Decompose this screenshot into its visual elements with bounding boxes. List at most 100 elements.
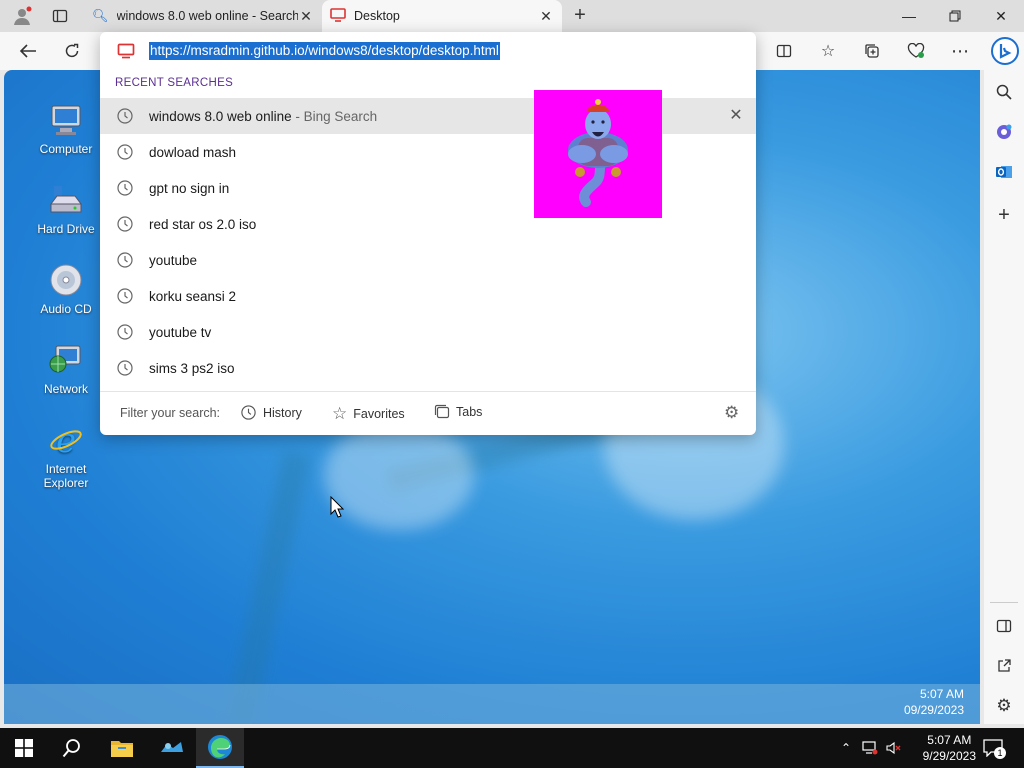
edge-icon [208,735,232,759]
more-options-icon[interactable]: ⋯ [948,39,972,63]
monitor-icon [330,7,346,25]
recent-searches-header: RECENT SEARCHES [115,77,234,89]
wallpaper-flower [324,420,474,530]
hide-sidebar-icon[interactable] [992,614,1016,638]
desktop-taskbar: 5:07 AM 09/29/2023 [4,684,980,724]
desktop-date: 09/29/2023 [903,703,964,717]
taskbar-time: 5:07 AM [927,733,972,747]
restore-icon[interactable] [932,0,978,32]
computer-icon [48,102,84,138]
filter-history-label: History [263,405,302,420]
add-sidebar-app-icon[interactable]: + [992,203,1016,227]
bing-copilot-icon[interactable] [990,36,1020,66]
settings-gear-icon[interactable]: ⚙ [992,694,1016,718]
filter-tabs-button[interactable]: Tabs [434,404,482,420]
remove-suggestion-icon[interactable]: ✕ [728,108,744,124]
tab-desktop[interactable]: Desktop ✕ [322,0,562,32]
app-button[interactable] [148,728,196,768]
suggestion-text: windows 8.0 web online - Bing Search [149,108,378,124]
suggestion-source: - Bing Search [295,108,378,124]
tab-label: Desktop [354,9,400,23]
minimize-icon[interactable]: — [886,0,932,32]
notification-count-badge: 1 [994,747,1006,759]
star-icon: ☆ [332,404,348,423]
split-screen-icon[interactable] [772,39,796,63]
filter-favorites-button[interactable]: ☆ Favorites [332,404,405,424]
filter-favorites-label: Favorites [353,407,405,421]
show-hidden-icons-icon[interactable]: ⌃ [836,728,856,768]
profile-avatar-icon[interactable] [12,6,32,26]
tab-strip: 🔍︎ windows 8.0 web online - Search ✕ Des… [0,0,1024,32]
history-clock-icon [117,324,133,340]
tab-search[interactable]: 🔍︎ windows 8.0 web online - Search ✕ [84,0,322,32]
volume-muted-icon[interactable] [884,728,904,768]
desktop-icon-label: Computer [39,142,93,156]
history-clock-icon [117,216,133,232]
open-external-icon[interactable] [992,654,1016,678]
copilot-icon[interactable] [992,120,1016,144]
desktop-clock[interactable]: 5:07 AM 09/29/2023 [904,686,964,718]
suggestion-text: gpt no sign in [149,180,230,196]
filter-history-button[interactable]: History [240,404,302,421]
desktop-icon-network[interactable]: Network [24,342,108,396]
windows-logo-icon [15,739,33,757]
settings-gear-icon[interactable]: ⚙ [724,403,739,423]
desktop-time: 5:07 AM [919,687,964,701]
cd-icon [48,262,84,298]
suggestion-item[interactable]: korku seansi 2 [100,278,756,314]
tab-label: windows 8.0 web online - Search [116,9,298,23]
suggestion-item[interactable]: youtube [100,242,756,278]
search-icon: 🔍︎ [92,8,109,23]
mouse-cursor-icon [330,495,345,518]
edge-sidebar: + ⚙ [984,70,1024,724]
collections-icon[interactable] [860,39,884,63]
network-icon [48,342,84,378]
close-tab-icon[interactable]: ✕ [538,8,554,25]
taskbar-clock[interactable]: 5:07 AM 9/29/2023 [923,732,976,764]
workspaces-icon[interactable] [52,8,68,24]
suggestion-item[interactable]: youtube tv [100,314,756,350]
history-clock-icon [117,360,133,376]
desktop-icon-audio-cd[interactable]: Audio CD [24,262,108,316]
windows-taskbar: ⌃ 5:07 AM 9/29/2023 1 [0,728,1024,768]
taskbar-search-button[interactable] [48,728,96,768]
desktop-icon-label: Network [43,382,88,396]
desktop-icon-label: Audio CD [40,302,92,316]
desktop-icon-hard-drive[interactable]: Hard Drive [24,182,108,236]
hard-drive-icon [48,182,84,218]
new-tab-icon[interactable]: + [570,5,590,26]
genie-image [534,90,662,218]
desktop-icon-internet-explorer[interactable]: e Internet Explorer [24,421,108,490]
browser-essentials-icon[interactable] [904,39,928,63]
refresh-icon[interactable] [60,39,84,63]
close-window-icon[interactable]: ✕ [978,0,1024,32]
history-clock-icon [117,144,133,160]
suggestion-item[interactable]: sims 3 ps2 iso [100,350,756,386]
history-clock-icon [117,288,133,304]
taskbar-date: 9/29/2023 [922,749,976,763]
back-arrow-icon[interactable] [16,39,40,63]
address-bar[interactable]: https://msradmin.github.io/windows8/desk… [100,32,756,70]
suggestion-text: dowload mash [149,144,237,160]
url-text[interactable]: https://msradmin.github.io/windows8/desk… [149,42,500,60]
history-clock-icon [241,405,256,420]
history-clock-icon [117,108,133,124]
edge-button[interactable] [196,728,244,768]
folder-icon [111,741,133,757]
desktop-icon-computer[interactable]: Computer [24,102,108,156]
close-tab-icon[interactable]: ✕ [298,8,314,25]
filter-bar: Filter your search: History ☆ Favorites … [100,391,756,435]
suggestion-text: youtube tv [149,324,212,340]
suggestion-text: sims 3 ps2 iso [149,360,235,376]
file-explorer-button[interactable] [98,728,146,768]
app-icon [161,742,183,752]
favorites-icon[interactable]: ☆ [816,39,840,63]
history-clock-icon [117,180,133,196]
search-icon[interactable] [992,80,1016,104]
notifications-button[interactable]: 1 [980,728,1006,768]
search-icon [62,739,80,758]
start-button[interactable] [0,728,48,768]
network-status-icon[interactable] [860,728,880,768]
outlook-icon[interactable] [992,160,1016,184]
filter-label: Filter your search: [120,406,221,420]
